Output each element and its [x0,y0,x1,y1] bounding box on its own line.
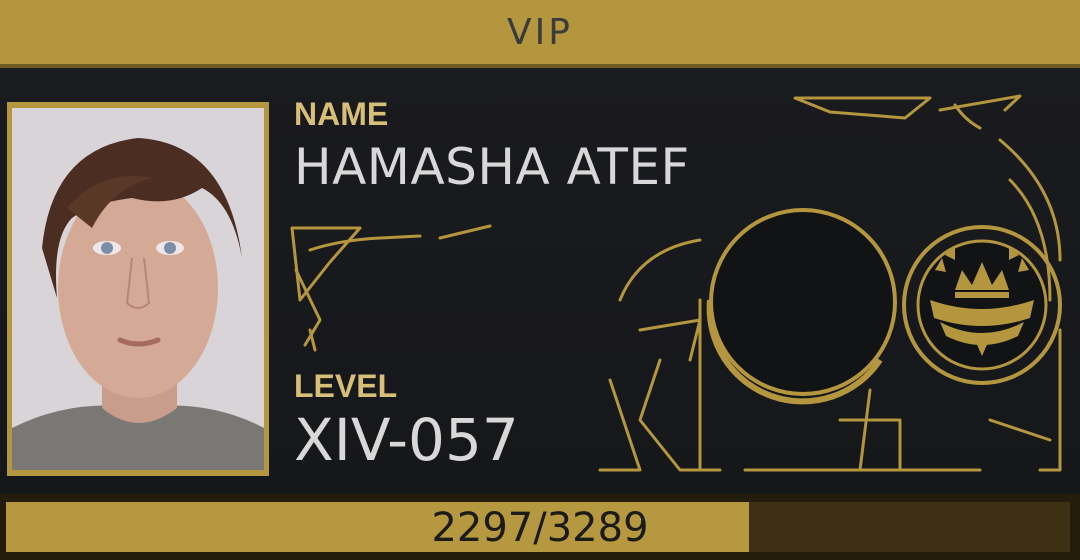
vip-title: VIP [507,11,573,53]
player-name: HAMASHA ATEF [294,138,690,196]
name-label: NAME [294,96,389,132]
vip-header: VIP [0,0,1080,64]
level-label: LEVEL [294,368,398,404]
vip-card: VIP NAME HAMASHA ATEF LEVEL XIV-057 2297… [0,0,1080,560]
player-level: XIV-057 [294,406,519,474]
player-portrait [12,108,264,470]
xp-progress-text: 2297/3289 [431,505,649,551]
